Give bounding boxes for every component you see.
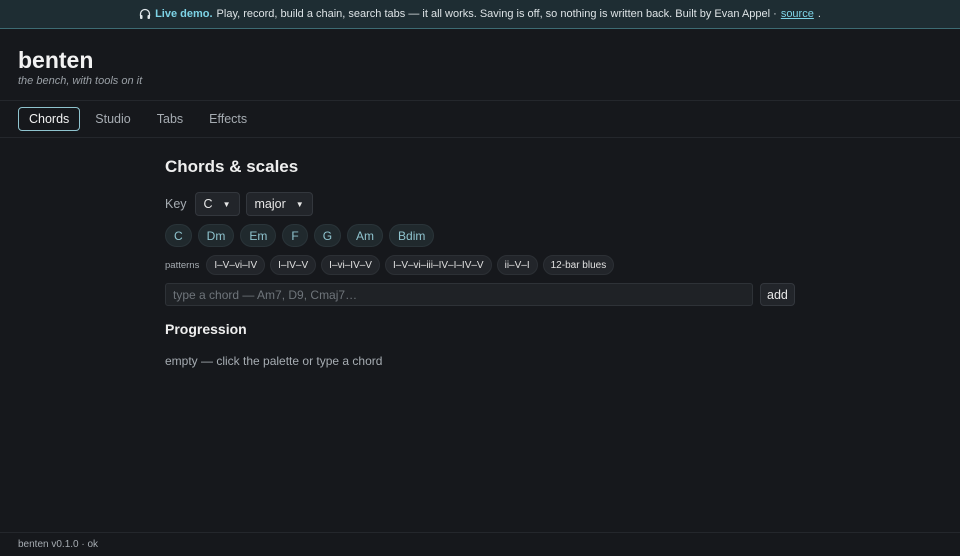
banner-trailing: . (817, 8, 821, 20)
headphones-icon (139, 8, 151, 20)
banner-message: Play, record, build a chain, search tabs… (216, 8, 777, 20)
pattern-button[interactable]: I–V–vi–IV (206, 255, 266, 275)
tab-tabs[interactable]: Tabs (146, 107, 194, 131)
palette-chord[interactable]: F (282, 224, 308, 247)
palette-chord[interactable]: Am (347, 224, 384, 247)
key-selector-row: Key C ▼ major ▼ (165, 192, 797, 216)
add-chord-row: add (165, 283, 797, 306)
pattern-button[interactable]: I–V–vi–iii–IV–I–IV–V (384, 255, 492, 275)
tab-studio[interactable]: Studio (84, 107, 141, 131)
progression-heading: Progression (165, 321, 247, 337)
palette-chord[interactable]: Dm (197, 224, 235, 247)
progression-empty-message: empty — click the palette or type a chor… (165, 354, 383, 368)
tab-bar: Chords Studio Tabs Effects (0, 101, 960, 138)
section-heading: Chords & scales (165, 157, 299, 176)
palette-chord[interactable]: C (165, 224, 192, 247)
palette-chord[interactable]: Em (240, 224, 277, 247)
app-subtitle: the bench, with tools on it (18, 75, 143, 87)
chord-input[interactable] (165, 283, 753, 306)
key-select-value: C (203, 197, 213, 211)
key-select[interactable]: C ▼ (194, 192, 240, 216)
app-header: benten the bench, with tools on it (0, 29, 960, 101)
pattern-button[interactable]: ii–V–I (496, 255, 538, 275)
palette-chord[interactable]: Bdim (389, 224, 435, 247)
status-bar: benten v0.1.0 · ok (0, 532, 960, 556)
tab-effects[interactable]: Effects (198, 107, 258, 131)
pattern-button[interactable]: I–vi–IV–V (321, 255, 380, 275)
patterns-row: patterns I–V–vi–IV I–IV–V I–vi–IV–V I–V–… (165, 255, 797, 275)
chords-panel: Chords & scales Key C ▼ major ▼ C Dm Em … (165, 157, 797, 368)
key-label: Key (165, 197, 187, 211)
mode-select[interactable]: major ▼ (245, 192, 313, 216)
chevron-down-icon: ▼ (222, 199, 231, 209)
version-status: benten v0.1.0 · ok (18, 539, 99, 550)
pattern-button[interactable]: 12-bar blues (542, 255, 615, 275)
mode-select-value: major (254, 197, 286, 211)
chord-palette: C Dm Em F G Am Bdim (165, 224, 797, 247)
add-button[interactable]: add (760, 283, 795, 306)
live-demo-label: Live demo. (155, 8, 213, 20)
patterns-label: patterns (165, 259, 200, 271)
tab-chords[interactable]: Chords (18, 107, 81, 131)
demo-banner: Live demo. Play, record, build a chain, … (0, 0, 960, 29)
app-title: benten (18, 47, 94, 73)
palette-chord[interactable]: G (313, 224, 342, 247)
chevron-down-icon: ▼ (295, 199, 304, 209)
source-link[interactable]: source (781, 8, 814, 20)
pattern-button[interactable]: I–IV–V (270, 255, 317, 275)
